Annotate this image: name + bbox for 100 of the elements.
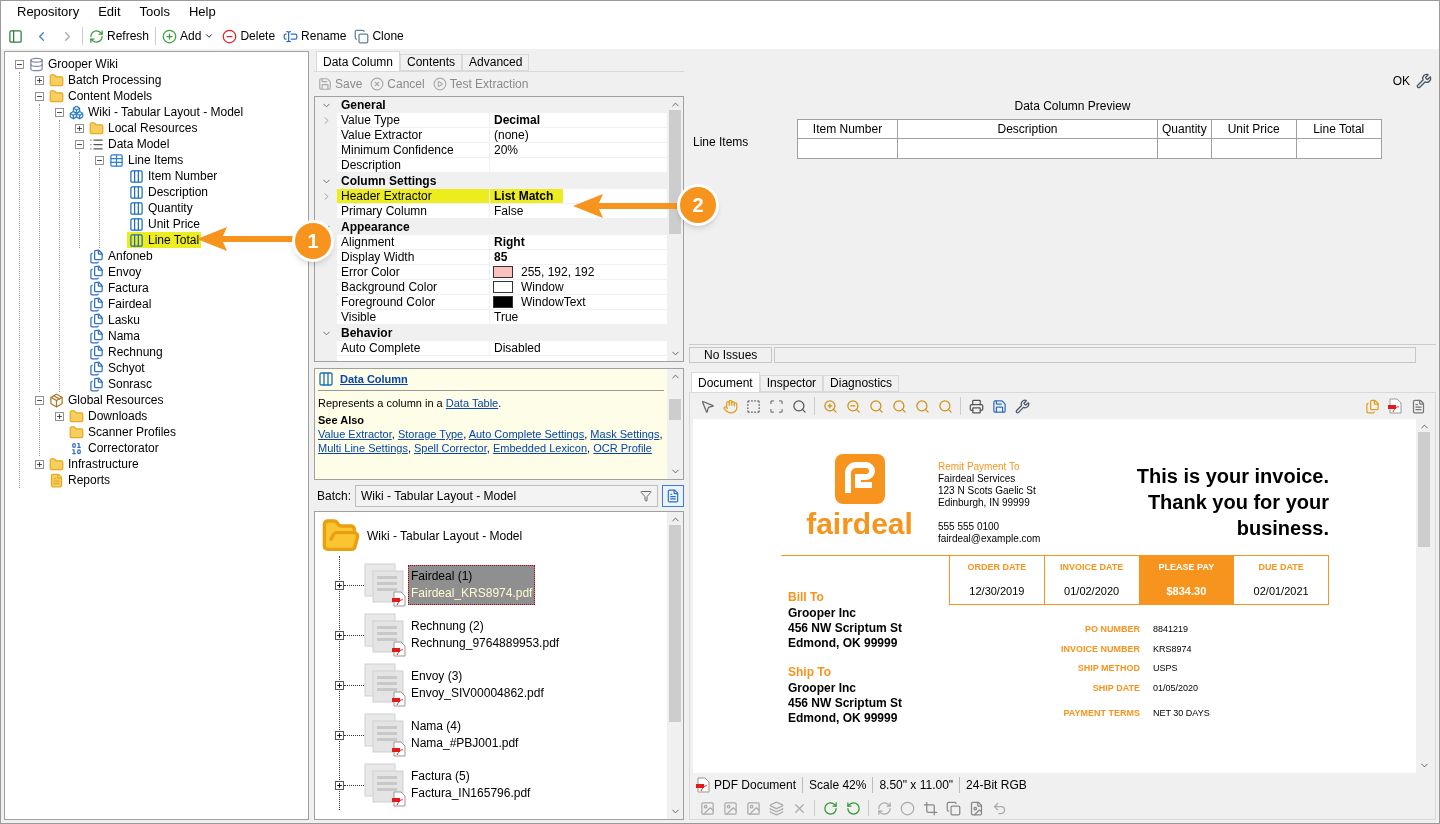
search-icon[interactable] xyxy=(791,398,807,414)
property-name[interactable]: Foreground Color xyxy=(337,295,490,310)
tree-item[interactable]: Scanner Profiles xyxy=(88,423,177,441)
tab[interactable]: Inspector xyxy=(759,375,824,392)
scan-icon[interactable] xyxy=(768,398,784,414)
expand-toggle[interactable] xyxy=(35,459,44,469)
toolbar-button[interactable]: Add xyxy=(160,25,217,47)
tree-item[interactable]: Anfoneb xyxy=(108,247,153,265)
panel-icon[interactable] xyxy=(7,28,23,44)
batch-select[interactable]: Wiki - Tabular Layout - Model xyxy=(355,485,658,507)
property-value[interactable]: Disabled xyxy=(490,341,545,355)
caret-icon[interactable] xyxy=(204,31,215,41)
tree-item[interactable]: Description xyxy=(148,183,209,201)
batch-document[interactable]: Nama (4) Nama_#PBJ001.pdf xyxy=(408,715,522,755)
refresh-icon[interactable] xyxy=(876,800,892,816)
expand-toggle[interactable] xyxy=(335,730,344,740)
tree-item[interactable]: Quantity xyxy=(148,199,193,217)
zoom-out-icon[interactable] xyxy=(845,398,861,414)
expand-toggle[interactable] xyxy=(335,580,344,590)
collapse-toggle[interactable] xyxy=(15,59,24,69)
tree-item[interactable]: Fairdeal xyxy=(108,295,152,313)
menu-item[interactable]: Repository xyxy=(11,2,86,22)
property-value[interactable]: WindowText xyxy=(517,295,590,309)
circle-icon[interactable] xyxy=(899,800,915,816)
tree-item[interactable]: Infrastructure xyxy=(68,455,139,473)
menu-item[interactable]: Tools xyxy=(133,2,176,22)
property-value[interactable]: List Match xyxy=(490,189,564,203)
property-value[interactable]: (none) xyxy=(490,128,533,142)
tree-item[interactable]: Batch Processing xyxy=(68,71,162,89)
help-title-link[interactable]: Data Column xyxy=(340,372,408,386)
tab[interactable]: Diagnostics xyxy=(823,375,900,392)
tree-item[interactable]: Line Items xyxy=(128,151,184,169)
scroll-thumb[interactable] xyxy=(1418,432,1430,547)
property-name[interactable]: Auto Complete xyxy=(337,341,490,356)
help-link[interactable]: Storage Type xyxy=(397,428,464,440)
property-value[interactable]: Decimal xyxy=(490,113,545,127)
tree-item[interactable]: Content Models xyxy=(68,87,153,105)
toolbar-button[interactable]: Delete xyxy=(220,25,278,47)
tools-icon[interactable] xyxy=(1416,73,1432,89)
tree-item[interactable]: Rechnung xyxy=(108,343,163,361)
batch-document[interactable]: Rechnung (2) Rechnung_9764889953.pdf xyxy=(408,615,563,655)
property-value[interactable]: False xyxy=(490,204,528,218)
help-link[interactable]: OCR Profile xyxy=(593,442,652,454)
image-icon[interactable] xyxy=(968,800,984,816)
tree-item[interactable]: Local Resources xyxy=(108,119,198,137)
tree-item[interactable]: Wiki - Tabular Layout - Model xyxy=(88,103,244,121)
expand-toggle[interactable] xyxy=(335,780,344,790)
property-name[interactable]: Display Width xyxy=(337,250,490,265)
tree-item[interactable]: Reports xyxy=(68,471,111,489)
property-value[interactable]: Right xyxy=(490,235,529,249)
batch-root[interactable]: Wiki - Tabular Layout - Model xyxy=(367,527,523,545)
expand-toggle[interactable] xyxy=(335,630,344,640)
help-link[interactable]: Spell Corrector xyxy=(414,442,487,454)
help-link[interactable]: Value Extractor xyxy=(318,428,392,440)
expand-toggle[interactable] xyxy=(55,411,64,421)
expand-toggle[interactable] xyxy=(35,75,44,85)
image-icon[interactable] xyxy=(722,800,738,816)
tree-item[interactable]: Factura xyxy=(108,279,149,297)
toolbar-button[interactable]: Clone xyxy=(352,25,406,47)
property-name[interactable]: Minimum Confidence xyxy=(337,143,490,158)
copy-icon[interactable] xyxy=(945,800,961,816)
tab[interactable]: Advanced xyxy=(462,54,530,71)
property-name[interactable]: Error Color xyxy=(337,265,490,280)
collapse-toggle[interactable] xyxy=(55,107,64,117)
expand-toggle[interactable] xyxy=(335,680,344,690)
property-name[interactable]: Value Type xyxy=(337,113,490,128)
tools-icon[interactable] xyxy=(1014,398,1030,414)
zoom-in-icon[interactable] xyxy=(822,398,838,414)
rotate-right-icon[interactable] xyxy=(822,800,838,816)
tree-item[interactable]: Global Resources xyxy=(68,391,164,409)
property-value[interactable]: 20% xyxy=(490,143,523,157)
collapse-toggle[interactable] xyxy=(35,91,44,101)
tree-item[interactable]: Correctorator xyxy=(88,439,159,457)
property-value[interactable]: 255, 192, 192 xyxy=(517,265,599,279)
property-name[interactable]: Value Extractor xyxy=(337,128,490,143)
undo-icon[interactable] xyxy=(991,800,1007,816)
tree-item[interactable]: Downloads xyxy=(88,407,148,425)
tree-item[interactable]: Item Number xyxy=(148,167,218,185)
scrollbar[interactable] xyxy=(667,97,683,361)
select-area-icon[interactable] xyxy=(745,398,761,414)
scrollbar[interactable] xyxy=(667,512,683,819)
property-value[interactable]: Window xyxy=(517,280,568,294)
property-name[interactable]: Alignment xyxy=(337,235,490,250)
tree-item[interactable]: Grooper Wiki xyxy=(48,55,118,73)
print-icon[interactable] xyxy=(968,398,984,414)
tree-item[interactable]: Lasku xyxy=(108,311,141,329)
collapse-toggle[interactable] xyxy=(95,155,104,165)
property-value[interactable]: True xyxy=(490,310,523,324)
scroll-thumb[interactable] xyxy=(669,398,681,420)
help-link[interactable]: Multi Line Settings xyxy=(318,442,408,454)
hand-icon[interactable] xyxy=(722,398,738,414)
toolbar-button[interactable]: Refresh xyxy=(87,25,152,47)
pointer-icon[interactable] xyxy=(699,398,715,414)
collapse-toggle[interactable] xyxy=(75,139,84,149)
scroll-thumb[interactable] xyxy=(669,525,681,722)
crop-icon[interactable] xyxy=(922,800,938,816)
menu-item[interactable]: Edit xyxy=(92,2,127,22)
tree-item[interactable]: Data Model xyxy=(108,135,170,153)
property-name[interactable]: Background Color xyxy=(337,280,490,295)
documents-icon[interactable] xyxy=(1364,398,1380,414)
